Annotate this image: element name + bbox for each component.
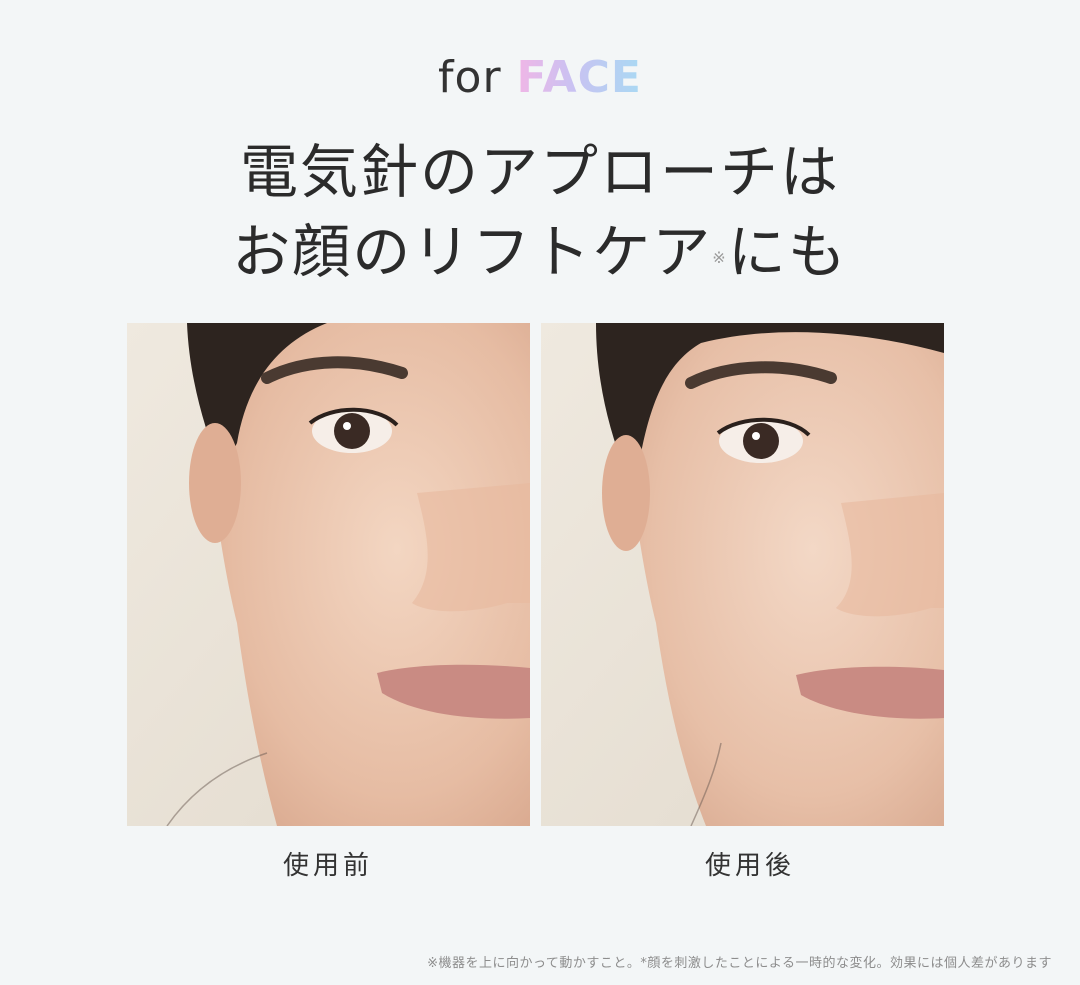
disclaimer-footnote: ※機器を上に向かって動かすこと。*顔を刺激したことによる一時的な変化。効果には個…: [427, 956, 1052, 971]
eyebrow-title: for FACE: [0, 50, 1080, 106]
eyebrow-brand: FACE: [516, 52, 642, 103]
after-label: 使用後: [704, 851, 795, 881]
headline-line-2: お顔のリフトケア※にも: [0, 212, 1080, 292]
headline: 電気針のアプローチは お顔のリフトケア※にも: [0, 132, 1080, 292]
after-photo: [541, 323, 944, 826]
headline-note-mark: ※: [712, 248, 728, 267]
headline-line-1: 電気針のアプローチは: [239, 138, 840, 206]
before-label: 使用前: [282, 851, 373, 881]
before-photo: [127, 323, 530, 826]
headline-line-2-text: お顔のリフトケア: [232, 218, 713, 286]
eyebrow-prefix: for: [438, 52, 502, 103]
headline-line-2-end: にも: [727, 218, 848, 286]
